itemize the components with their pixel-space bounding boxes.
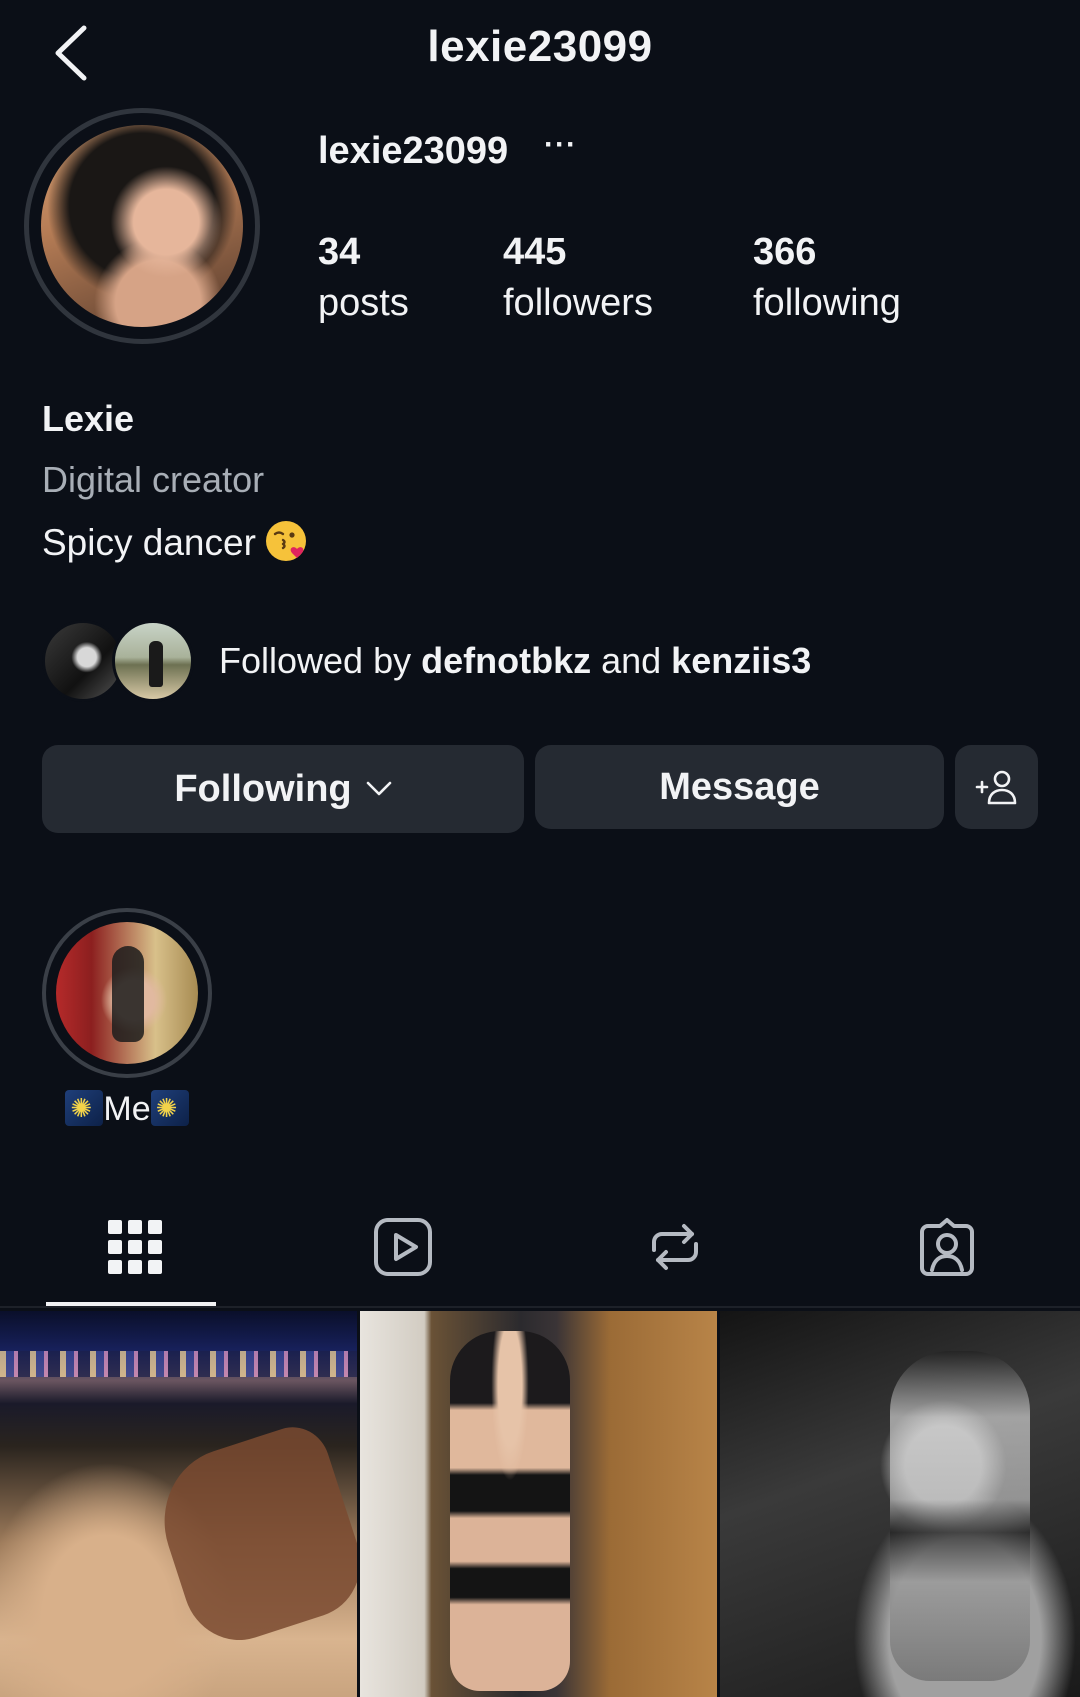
followers-count: 445 [503,231,567,273]
message-button[interactable]: Message [535,745,944,829]
more-options-button[interactable]: ··· [544,128,577,162]
grid-icon [108,1220,162,1274]
fireworks-emoji-icon [150,1090,189,1126]
chevron-down-icon [366,781,391,796]
post-thumbnail[interactable] [720,1311,1080,1697]
followed-by-joiner: and [591,640,672,681]
story-highlight[interactable] [42,908,212,1078]
highlight-label: Me [42,1090,212,1129]
following-button-label: Following [174,767,352,810]
tab-reels[interactable] [368,1212,438,1282]
followed-by-prefix: Followed by [219,640,422,681]
following-count: 366 [753,231,817,273]
mutual-followers-avatars[interactable] [42,620,202,704]
tab-posts-grid[interactable] [100,1212,170,1282]
stat-posts: 34 posts [318,230,409,332]
stat-following[interactable]: 366 following [753,230,901,332]
followed-by-text[interactable]: Followed by defnotbkz and kenziis3 [219,640,811,682]
tab-reposts[interactable] [640,1212,710,1282]
suggested-users-button[interactable] [955,745,1038,829]
followers-label: followers [503,282,653,324]
following-label: following [753,282,901,324]
tagged-person-icon [920,1218,974,1276]
bio-line: Spicy dancer [42,522,256,563]
post-thumbnail[interactable] [360,1311,717,1697]
profile-username: lexie23099 [318,130,509,172]
post-thumbnail[interactable] [0,1311,357,1697]
posts-count: 34 [318,231,361,273]
stat-followers[interactable]: 445 followers [503,230,653,332]
tabs-divider [0,1306,1080,1308]
profile-category: Digital creator [42,459,265,500]
highlight-label-text: Me [103,1090,151,1128]
bio-text: Spicy dancer [42,519,308,564]
fireworks-emoji-icon [65,1090,104,1126]
profile-avatar[interactable] [24,108,260,344]
following-button[interactable]: Following [42,745,524,833]
repost-icon [652,1224,698,1270]
reels-icon [374,1218,432,1276]
mutual-user-2[interactable]: kenziis3 [671,640,811,681]
avatar-image [41,125,243,327]
tab-tagged[interactable] [912,1212,982,1282]
page-title: lexie23099 [427,22,653,71]
add-user-icon [975,770,1016,805]
posts-label: posts [318,282,409,324]
highlight-cover [56,922,198,1064]
message-button-label: Message [659,765,820,808]
kissing-face-emoji-icon [265,521,306,561]
display-name: Lexie [42,398,135,439]
mutual-avatar [112,620,194,702]
mutual-user-1[interactable]: defnotbkz [421,640,591,681]
